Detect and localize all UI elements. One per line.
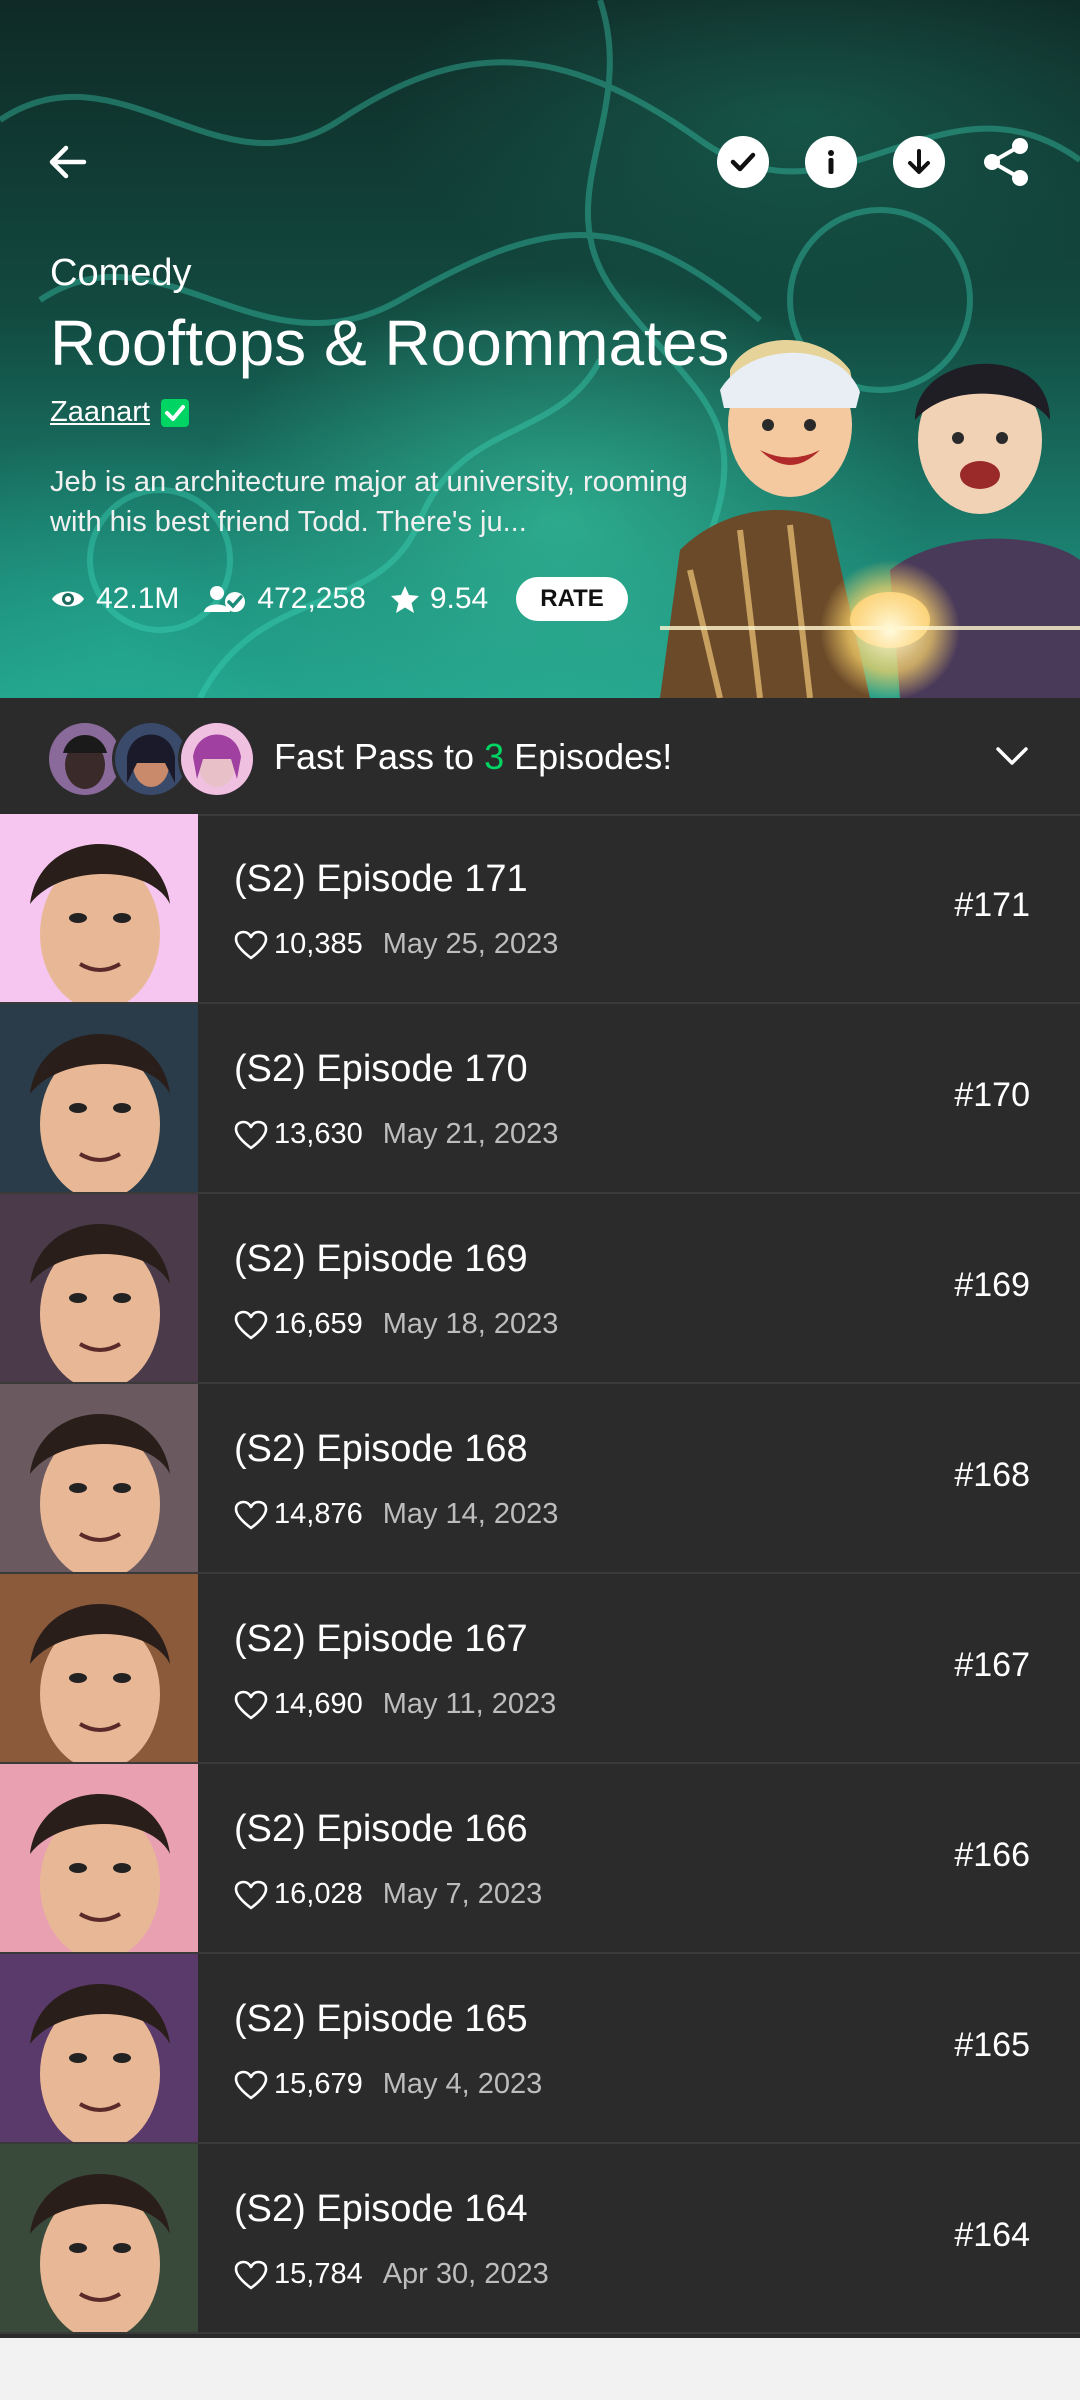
download-icon[interactable]: [893, 136, 945, 188]
subscribed-user-icon: [204, 586, 246, 612]
eye-icon: [52, 591, 84, 607]
series-cover-art: [660, 340, 1080, 698]
episode-row[interactable]: (S2) Episode 165 15,679 May 4, 2023 #165: [0, 1954, 1080, 2144]
rate-button[interactable]: RATE: [516, 577, 628, 621]
arrow-left-icon[interactable]: [40, 134, 96, 190]
episode-date: May 14, 2023: [382, 1498, 559, 1530]
chevron-down-icon[interactable]: [994, 738, 1030, 774]
episode-meta: 15,784 Apr 30, 2023: [234, 2258, 549, 2291]
episode-number: #169: [954, 1266, 1030, 1304]
episode-likes: 14,690: [274, 1688, 363, 1720]
views-stat: 42.1M: [50, 582, 179, 616]
episode-number: #167: [954, 1646, 1030, 1684]
rating-value: 9.54: [429, 582, 489, 615]
fast-pass-count: 3: [484, 736, 505, 777]
episode-meta: 10,385 May 25, 2023: [234, 928, 558, 961]
episode-thumbnail: [0, 1384, 198, 1572]
episode-meta: 14,690 May 11, 2023: [234, 1688, 556, 1721]
episode-thumbnail: [0, 814, 198, 1002]
episode-meta: 15,679 May 4, 2023: [234, 2068, 542, 2101]
episode-row[interactable]: (S2) Episode 169 16,659 May 18, 2023 #16…: [0, 1194, 1080, 1384]
episode-thumbnail: [0, 1954, 198, 2142]
rating-stat: 9.54: [390, 582, 488, 616]
series-genre: Comedy: [50, 252, 192, 294]
series-stats: 42.1M 472,258 9.54 RATE: [50, 576, 628, 622]
episode-date: May 11, 2023: [382, 1688, 557, 1720]
episode-likes: 16,028: [274, 1878, 363, 1910]
episode-number: #164: [954, 2216, 1030, 2254]
episode-meta: 16,659 May 18, 2023: [234, 1308, 558, 1341]
series-hero: Comedy Rooftops & Roommates Zaanart Jeb …: [0, 0, 1080, 698]
series-title: Rooftops & Roommates: [50, 307, 730, 379]
episode-row[interactable]: (S2) Episode 168 14,876 May 14, 2023 #16…: [0, 1384, 1080, 1574]
heart-icon: [234, 1120, 268, 1149]
episode-list: (S2) Episode 171 10,385 May 25, 2023 #17…: [0, 814, 1080, 2334]
episode-row[interactable]: (S2) Episode 167 14,690 May 11, 2023 #16…: [0, 1574, 1080, 1764]
avatar: [178, 720, 256, 798]
episode-thumbnail: [0, 2144, 198, 2332]
episode-meta: 13,630 May 21, 2023: [234, 1118, 558, 1151]
star-icon: [390, 586, 419, 613]
author-link[interactable]: Zaanart: [50, 396, 150, 429]
episode-number: #171: [954, 886, 1030, 924]
heart-icon: [234, 2070, 268, 2099]
episode-likes: 15,784: [274, 2258, 363, 2290]
episode-title: (S2) Episode 167: [234, 1618, 528, 1660]
episode-likes: 15,679: [274, 2068, 363, 2100]
episode-likes: 10,385: [274, 928, 363, 960]
episode-title: (S2) Episode 166: [234, 1808, 528, 1850]
episode-title: (S2) Episode 168: [234, 1428, 528, 1470]
heart-icon: [234, 2260, 268, 2289]
info-icon[interactable]: [805, 136, 857, 188]
episode-likes: 16,659: [274, 1308, 363, 1340]
episode-date: May 4, 2023: [382, 2068, 543, 2100]
episode-date: May 21, 2023: [382, 1118, 559, 1150]
episode-title: (S2) Episode 170: [234, 1048, 528, 1090]
series-description[interactable]: Jeb is an architecture major at universi…: [50, 462, 710, 542]
episode-likes: 14,876: [274, 1498, 363, 1530]
views-count: 42.1M: [96, 582, 180, 615]
episode-row[interactable]: (S2) Episode 171 10,385 May 25, 2023 #17…: [0, 814, 1080, 1004]
episode-thumbnail: [0, 1004, 198, 1192]
heart-icon: [234, 1310, 268, 1339]
fast-pass-banner[interactable]: Fast Pass to 3 Episodes!: [0, 698, 1080, 816]
episode-date: Apr 30, 2023: [382, 2258, 549, 2290]
fast-pass-prefix: Fast Pass to: [274, 736, 485, 777]
heart-icon: [234, 1880, 268, 1909]
episode-meta: 14,876 May 14, 2023: [234, 1498, 558, 1531]
episode-title: (S2) Episode 169: [234, 1238, 528, 1280]
episode-title: (S2) Episode 171: [234, 858, 528, 900]
episode-date: May 18, 2023: [382, 1308, 559, 1340]
fast-pass-text: Fast Pass to 3 Episodes!: [274, 736, 672, 778]
episode-meta: 16,028 May 7, 2023: [234, 1878, 542, 1911]
episode-number: #168: [954, 1456, 1030, 1494]
bottom-bar: [0, 2338, 1080, 2400]
episode-title: (S2) Episode 164: [234, 2188, 528, 2230]
verified-icon: [160, 398, 189, 427]
episode-title: (S2) Episode 165: [234, 1998, 528, 2040]
episode-thumbnail: [0, 1764, 198, 1952]
episode-row[interactable]: (S2) Episode 166 16,028 May 7, 2023 #166: [0, 1764, 1080, 1954]
check-icon[interactable]: [717, 136, 769, 188]
episode-thumbnail: [0, 1194, 198, 1382]
subscribers-stat: 472,258: [203, 582, 366, 616]
episode-number: #170: [954, 1076, 1030, 1114]
episode-row[interactable]: (S2) Episode 164 15,784 Apr 30, 2023 #16…: [0, 2144, 1080, 2334]
episode-date: May 7, 2023: [382, 1878, 543, 1910]
heart-icon: [234, 1500, 268, 1529]
heart-icon: [234, 1690, 268, 1719]
episode-row[interactable]: (S2) Episode 170 13,630 May 21, 2023 #17…: [0, 1004, 1080, 1194]
episode-likes: 13,630: [274, 1118, 363, 1150]
episode-thumbnail: [0, 1574, 198, 1762]
episode-number: #166: [954, 1836, 1030, 1874]
share-icon[interactable]: [978, 134, 1034, 190]
heart-icon: [234, 930, 268, 959]
fast-pass-avatars: [46, 720, 256, 798]
episode-number: #165: [954, 2026, 1030, 2064]
episode-date: May 25, 2023: [382, 928, 559, 960]
subscribers-count: 472,258: [257, 582, 366, 615]
author-row: Zaanart: [50, 396, 190, 429]
fast-pass-suffix: Episodes!: [504, 736, 673, 777]
top-toolbar: [0, 0, 1080, 200]
